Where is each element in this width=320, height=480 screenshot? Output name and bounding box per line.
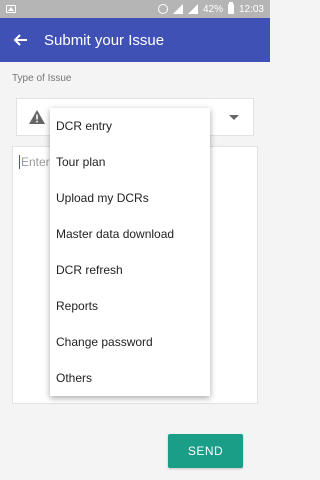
menu-item-others[interactable]: Others <box>50 360 210 396</box>
chevron-down-icon <box>229 115 239 120</box>
signal-icon <box>187 4 198 14</box>
issue-type-label: Type of Issue <box>12 73 72 84</box>
battery-icon <box>227 2 234 14</box>
alarm-icon <box>157 4 168 14</box>
send-button[interactable]: SEND <box>168 434 243 468</box>
menu-item-dcr-entry[interactable]: DCR entry <box>50 108 210 144</box>
menu-item-change-password[interactable]: Change password <box>50 324 210 360</box>
clock: 12:03 <box>238 3 264 15</box>
issue-details-placeholder: Enter <box>21 155 50 169</box>
status-bar: 42% 12:03 <box>0 0 270 18</box>
back-button[interactable] <box>0 18 40 62</box>
menu-item-master-data-download[interactable]: Master data download <box>50 216 210 252</box>
menu-item-reports[interactable]: Reports <box>50 288 210 324</box>
arrow-left-icon <box>13 34 27 46</box>
menu-item-tour-plan[interactable]: Tour plan <box>50 144 210 180</box>
image-icon <box>6 5 16 13</box>
app-bar: Submit your Issue <box>0 18 270 62</box>
page-title: Submit your Issue <box>44 31 165 49</box>
signal-icon <box>172 4 183 14</box>
battery-percent: 42% <box>202 3 223 15</box>
text-caret <box>19 155 20 169</box>
issue-type-menu: DCR entry Tour plan Upload my DCRs Maste… <box>50 108 210 396</box>
menu-item-dcr-refresh[interactable]: DCR refresh <box>50 252 210 288</box>
warning-icon <box>29 110 45 124</box>
menu-item-upload-dcrs[interactable]: Upload my DCRs <box>50 180 210 216</box>
